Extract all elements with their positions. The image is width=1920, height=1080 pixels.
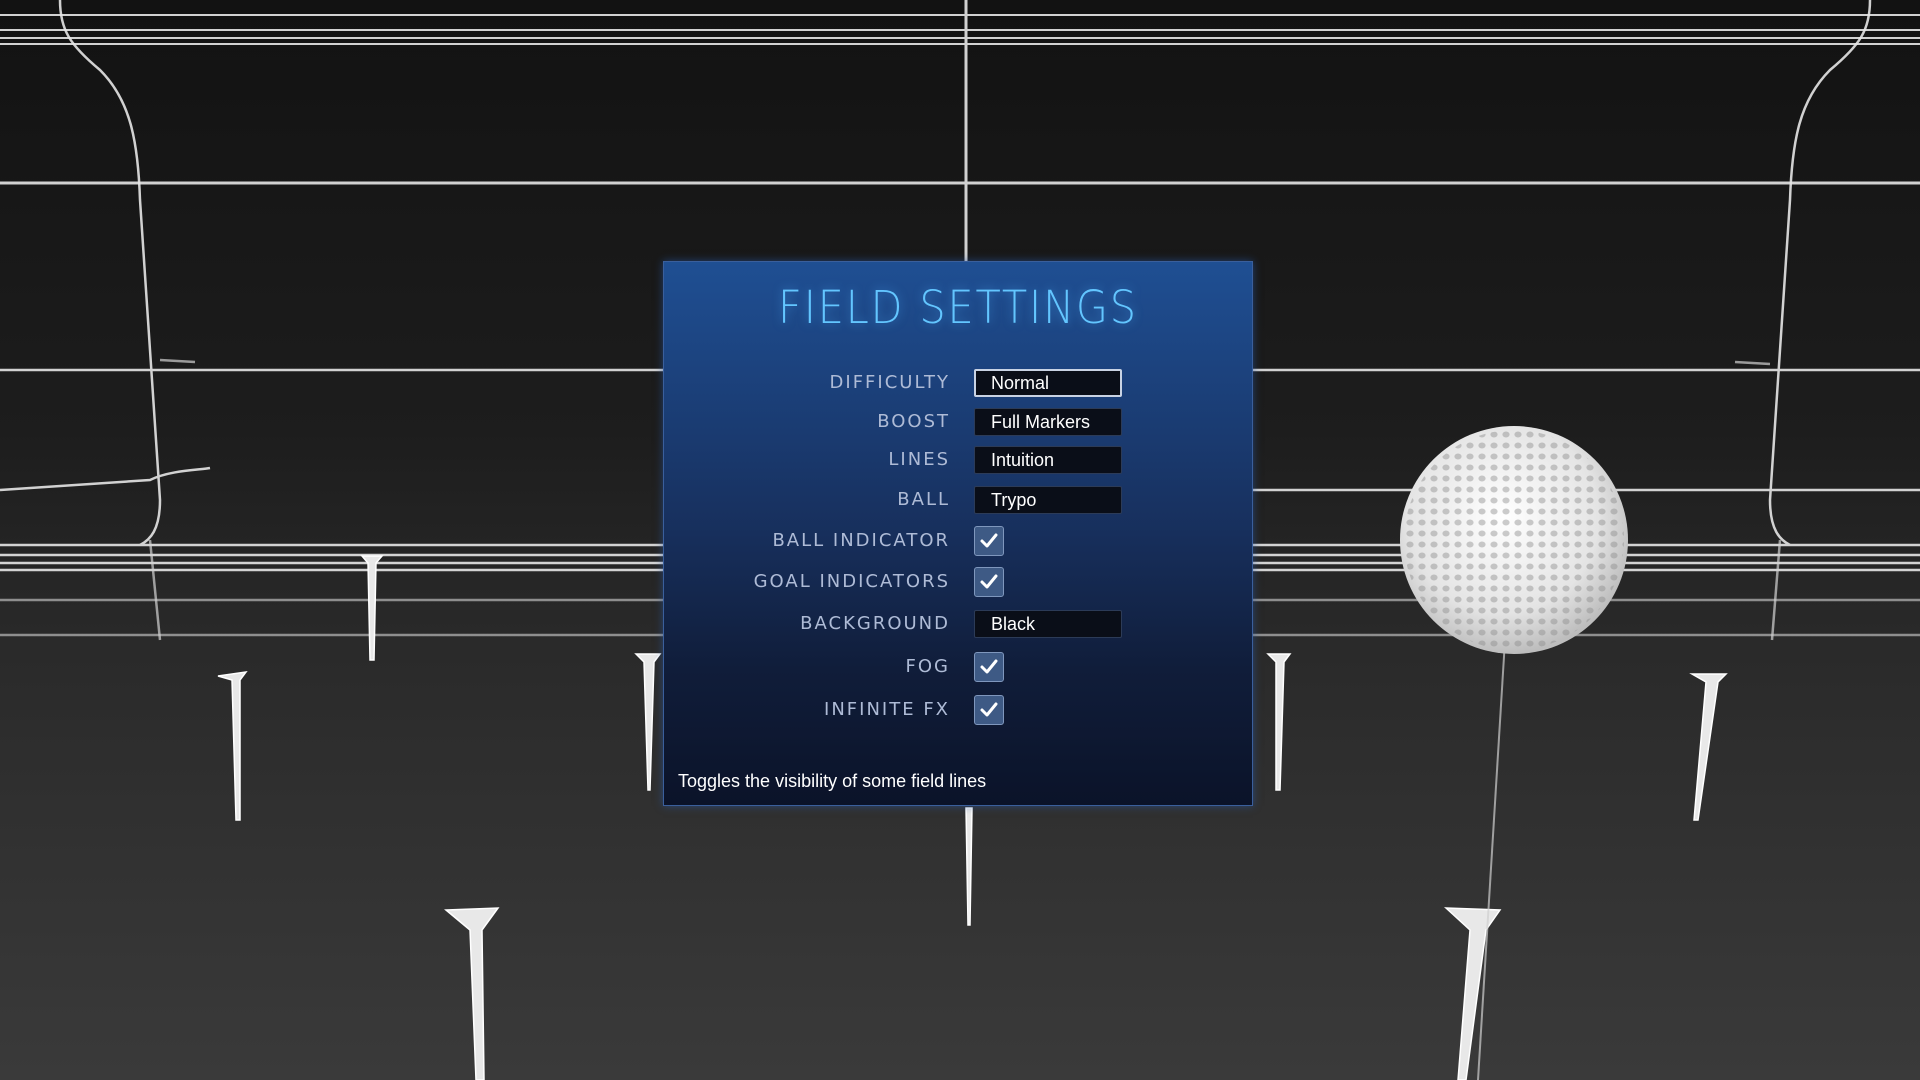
- setting-row-background: BACKGROUND Black: [664, 607, 1252, 641]
- background-dropdown[interactable]: Black: [974, 610, 1122, 638]
- arena-top-rails: [0, 0, 1920, 262]
- check-icon: [980, 533, 998, 548]
- arena-left-wall: [0, 0, 663, 641]
- setting-row-infinite-fx: INFINITE FX: [664, 693, 1252, 727]
- infinite-fx-checkbox[interactable]: [974, 695, 1004, 725]
- goal-indicators-label: GOAL INDICATORS: [753, 571, 950, 592]
- goal-indicators-checkbox[interactable]: [974, 567, 1004, 597]
- panel-title: FIELD SETTINGS: [778, 281, 1138, 334]
- setting-row-ball: BALL Trypo: [664, 483, 1252, 517]
- ball-indicator-label: BALL INDICATOR: [772, 530, 950, 551]
- boost-dropdown[interactable]: Full Markers: [974, 408, 1122, 436]
- check-icon: [980, 659, 998, 674]
- difficulty-dropdown[interactable]: Normal: [974, 369, 1122, 397]
- setting-row-goal-indicators: GOAL INDICATORS: [664, 565, 1252, 599]
- setting-row-lines: LINES Intuition: [664, 443, 1252, 477]
- ball-label: BALL: [897, 489, 950, 510]
- setting-row-ball-indicator: BALL INDICATOR: [664, 524, 1252, 558]
- fog-label: FOG: [905, 656, 950, 677]
- check-icon: [980, 574, 998, 589]
- background-label: BACKGROUND: [800, 613, 950, 634]
- ball-trypo: [1400, 426, 1628, 654]
- difficulty-label: DIFFICULTY: [829, 372, 950, 393]
- infinite-fx-label: INFINITE FX: [824, 699, 950, 720]
- fog-checkbox[interactable]: [974, 652, 1004, 682]
- setting-description: Toggles the visibility of some field lin…: [678, 771, 987, 791]
- setting-row-boost: BOOST Full Markers: [664, 405, 1252, 439]
- lines-dropdown[interactable]: Intuition: [974, 446, 1122, 474]
- ball-tether: [1477, 639, 1506, 1080]
- ball-dropdown[interactable]: Trypo: [974, 486, 1122, 514]
- setting-row-fog: FOG: [664, 650, 1252, 684]
- setting-row-difficulty: DIFFICULTY Normal: [664, 366, 1252, 400]
- lines-label: LINES: [888, 449, 950, 470]
- boost-label: BOOST: [877, 411, 950, 432]
- field-settings-panel: FIELD SETTINGS DIFFICULTY Normal BOOST F…: [663, 261, 1253, 806]
- ball-indicator-checkbox[interactable]: [974, 526, 1004, 556]
- game-scene: FIELD SETTINGS DIFFICULTY Normal BOOST F…: [0, 0, 1920, 1080]
- check-icon: [980, 702, 998, 717]
